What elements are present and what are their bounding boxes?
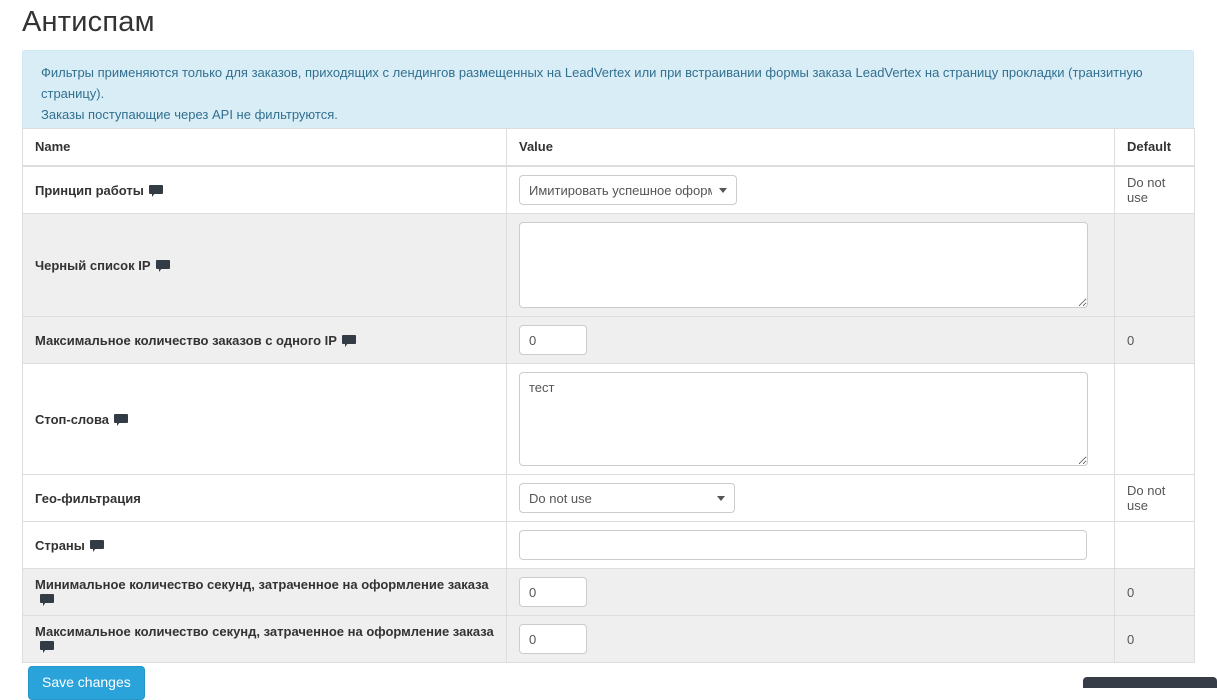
setting-default-cell: Do not use bbox=[1114, 474, 1195, 522]
info-alert: Фильтры применяются только для заказов, … bbox=[22, 50, 1194, 138]
setting-label: Стоп-слова bbox=[35, 411, 110, 427]
setting-name-cell: Принцип работы bbox=[22, 165, 507, 214]
table-row: Принцип работы Do not useИмитировать успе… bbox=[22, 165, 1195, 214]
column-header-default: Default bbox=[1114, 128, 1195, 167]
table-row: Гео-фильтрация Do not use Do not use bbox=[22, 474, 1195, 522]
table-row: Страны bbox=[22, 521, 1195, 569]
setting-default-cell bbox=[1114, 521, 1195, 569]
table-row: Минимальное количество секунд, затраченн… bbox=[22, 568, 1195, 616]
column-header-name: Name bbox=[22, 128, 507, 167]
info-alert-line-2: Заказы поступающие через API не фильтрую… bbox=[41, 107, 338, 122]
table-row: Черный список IP bbox=[22, 213, 1195, 317]
table-row: Максимальное количество секунд, затрачен… bbox=[22, 615, 1195, 663]
max-seconds-input[interactable] bbox=[519, 624, 587, 654]
setting-label: Минимальное количество секунд, затраченн… bbox=[35, 577, 489, 592]
antispam-settings-page: Антиспам Фильтры применяются только для … bbox=[0, 0, 1217, 700]
settings-table-body: Принцип работы Do not useИмитировать успе… bbox=[22, 165, 1195, 663]
settings-table-wrapper: Name Value Default Принцип работы Do not … bbox=[22, 128, 1195, 663]
mode-select[interactable]: Do not useИмитировать успешное оформлени… bbox=[519, 175, 737, 205]
table-row: Стоп-слова bbox=[22, 363, 1195, 475]
setting-value-cell: Do not useИмитировать успешное оформлени… bbox=[506, 165, 1115, 214]
setting-value-cell bbox=[506, 213, 1115, 317]
comment-icon[interactable] bbox=[148, 184, 163, 197]
chat-widget-panel[interactable] bbox=[1083, 677, 1217, 688]
setting-value-cell bbox=[506, 363, 1115, 475]
comment-icon[interactable] bbox=[155, 259, 170, 272]
setting-label: Страны bbox=[35, 537, 85, 553]
comment-icon[interactable] bbox=[341, 334, 356, 347]
settings-table-head: Name Value Default bbox=[22, 128, 1195, 167]
ip-blacklist-textarea[interactable] bbox=[519, 222, 1088, 308]
setting-default-cell: 0 bbox=[1114, 316, 1195, 364]
setting-label: Черный список IP bbox=[35, 257, 151, 273]
settings-table: Name Value Default Принцип работы Do not … bbox=[22, 128, 1195, 663]
geo-filter-select[interactable]: Do not use bbox=[519, 483, 735, 513]
setting-default-cell: 0 bbox=[1114, 568, 1195, 616]
stop-words-textarea[interactable] bbox=[519, 372, 1088, 466]
setting-name-cell: Черный список IP bbox=[22, 213, 507, 317]
info-alert-line-1: Фильтры применяются только для заказов, … bbox=[41, 65, 1143, 101]
table-header-row: Name Value Default bbox=[22, 128, 1195, 167]
min-seconds-input[interactable] bbox=[519, 577, 587, 607]
select-wrapper: Do not useИмитировать успешное оформлени… bbox=[519, 175, 737, 205]
countries-input[interactable] bbox=[519, 530, 1087, 560]
setting-label: Принцип работы bbox=[35, 182, 144, 198]
setting-value-cell: Do not use bbox=[506, 474, 1115, 522]
select-wrapper: Do not use bbox=[519, 483, 735, 513]
setting-value-cell bbox=[506, 521, 1115, 569]
setting-name-cell: Минимальное количество секунд, затраченн… bbox=[22, 568, 507, 616]
setting-name-cell: Гео-фильтрация bbox=[22, 474, 507, 522]
setting-label: Гео-фильтрация bbox=[35, 490, 141, 506]
setting-default-cell bbox=[1114, 363, 1195, 475]
setting-name-cell: Страны bbox=[22, 521, 507, 569]
setting-value-cell bbox=[506, 568, 1115, 616]
setting-name-cell: Стоп-слова bbox=[22, 363, 507, 475]
setting-label: Максимальное количество заказов с одного… bbox=[35, 332, 337, 348]
comment-icon[interactable] bbox=[114, 413, 129, 426]
page-title: Антиспам bbox=[22, 6, 155, 38]
comment-icon[interactable] bbox=[89, 539, 104, 552]
setting-name-cell: Максимальное количество заказов с одного… bbox=[22, 316, 507, 364]
setting-value-cell bbox=[506, 615, 1115, 663]
comment-icon[interactable] bbox=[40, 641, 54, 653]
save-changes-button[interactable]: Save changes bbox=[28, 666, 145, 700]
setting-default-cell bbox=[1114, 213, 1195, 317]
setting-name-cell: Максимальное количество секунд, затрачен… bbox=[22, 615, 507, 663]
comment-icon[interactable] bbox=[40, 594, 54, 606]
max-orders-per-ip-input[interactable] bbox=[519, 325, 587, 355]
column-header-value: Value bbox=[506, 128, 1115, 167]
table-row: Максимальное количество заказов с одного… bbox=[22, 316, 1195, 364]
setting-default-cell: Do not use bbox=[1114, 165, 1195, 214]
setting-value-cell bbox=[506, 316, 1115, 364]
setting-label: Максимальное количество секунд, затрачен… bbox=[35, 624, 494, 639]
setting-default-cell: 0 bbox=[1114, 615, 1195, 663]
